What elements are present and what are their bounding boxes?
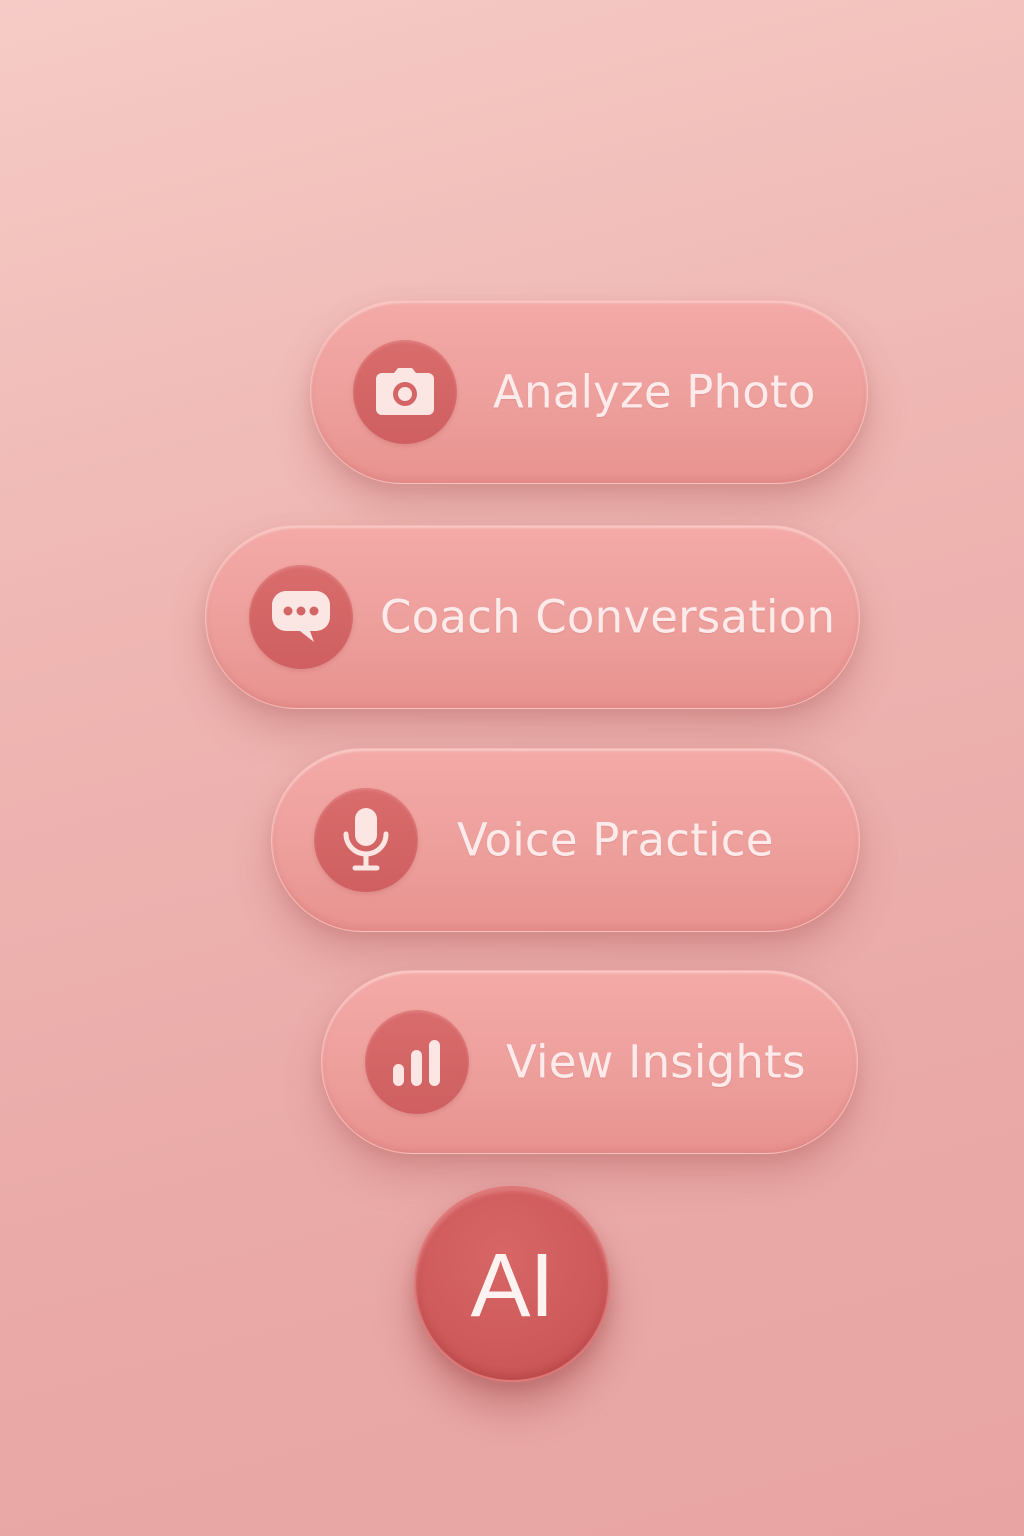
ai-button-label: AI <box>470 1236 554 1336</box>
coach-conversation-button[interactable]: Coach Conversation <box>205 525 860 709</box>
view-insights-label: View Insights <box>506 1035 806 1089</box>
voice-practice-label: Voice Practice <box>457 813 774 867</box>
microphone-icon <box>314 788 418 892</box>
bar-chart-icon <box>365 1010 469 1114</box>
analyze-photo-label: Analyze Photo <box>493 365 816 419</box>
chat-bubble-icon <box>249 565 353 669</box>
analyze-photo-button[interactable]: Analyze Photo <box>310 300 868 484</box>
coach-conversation-label: Coach Conversation <box>380 590 836 644</box>
view-insights-button[interactable]: View Insights <box>321 970 858 1154</box>
ai-assistant-button[interactable]: AI <box>414 1186 610 1382</box>
voice-practice-button[interactable]: Voice Practice <box>271 748 860 932</box>
camera-icon <box>353 340 457 444</box>
